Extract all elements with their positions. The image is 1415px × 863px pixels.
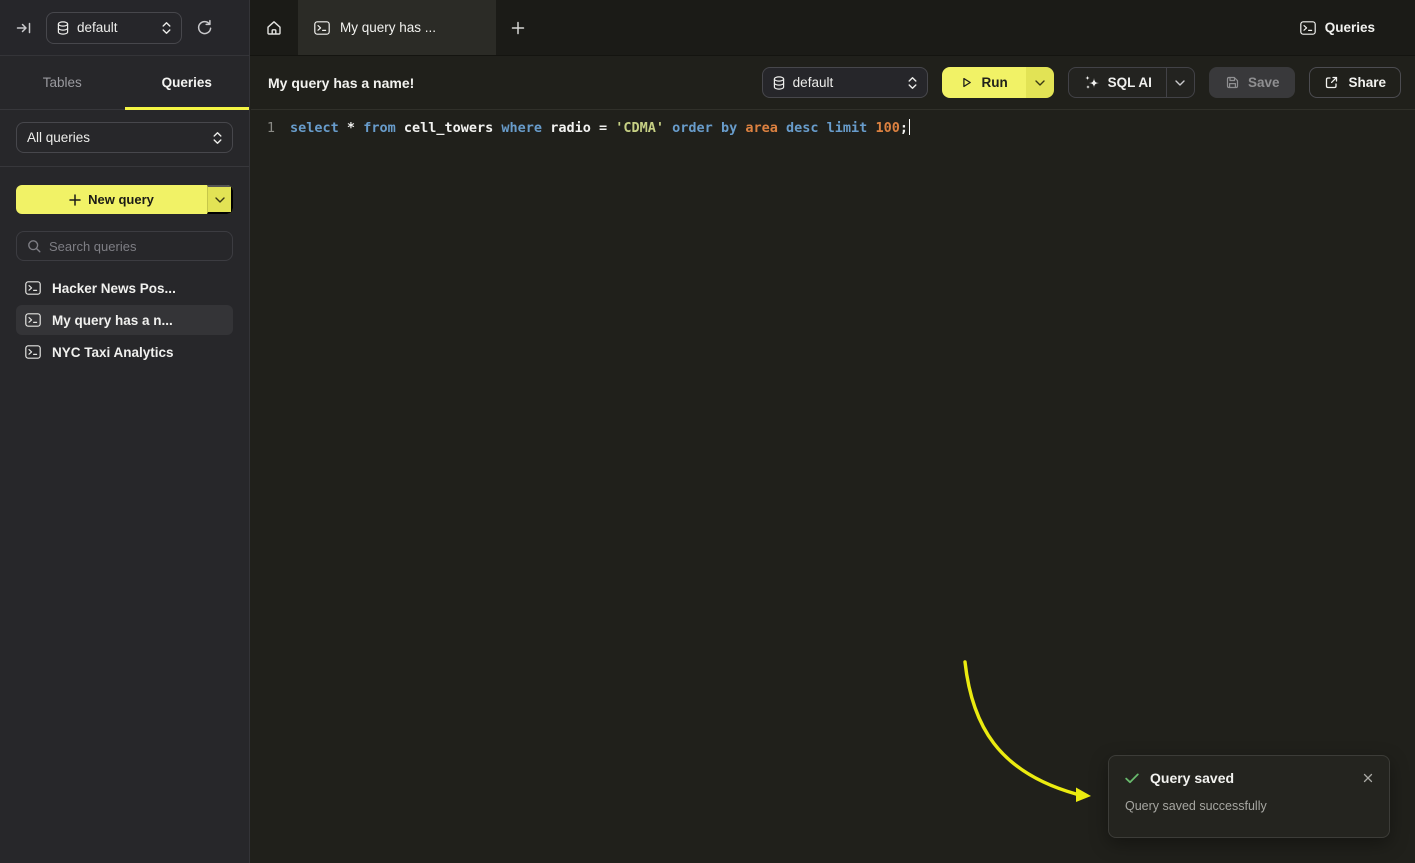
refresh-icon [196, 19, 213, 36]
chevron-updown-icon [162, 21, 171, 35]
share-icon [1324, 75, 1339, 90]
query-toolbar: default Run [762, 67, 1401, 98]
toast-message: Query saved successfully [1125, 799, 1375, 813]
refresh-button[interactable] [192, 15, 217, 40]
save-button[interactable]: Save [1209, 67, 1296, 98]
terminal-icon [25, 281, 41, 295]
tab-label: My query has ... [340, 20, 436, 35]
save-icon [1225, 75, 1240, 90]
query-list: Hacker News Pos... My query has a n... [16, 273, 233, 367]
queries-menu-button[interactable]: Queries [1284, 0, 1415, 55]
query-header: My query has a name! default [251, 56, 1415, 110]
toast-query-saved: Query saved Query saved successfully [1108, 755, 1390, 838]
play-icon [960, 76, 973, 89]
query-list-item[interactable]: NYC Taxi Analytics [16, 337, 233, 367]
share-button[interactable]: Share [1309, 67, 1401, 98]
code-token: radio [550, 120, 591, 136]
collapse-sidebar-icon [16, 21, 32, 35]
new-query-split-button: New query [16, 185, 233, 214]
code-token: * [347, 120, 355, 136]
chevron-down-icon [1035, 80, 1045, 86]
sql-ai-split-button: SQL AI [1068, 67, 1195, 98]
code-token: desc [786, 120, 819, 136]
terminal-icon [1300, 21, 1316, 35]
code-token: limit [827, 120, 868, 136]
sparkles-icon [1083, 74, 1099, 91]
queries-menu-label: Queries [1325, 20, 1375, 35]
home-button[interactable] [250, 0, 298, 55]
terminal-icon [25, 313, 41, 327]
sidebar: Tables Queries All queries New query [0, 56, 250, 863]
chevron-updown-icon [908, 76, 917, 90]
collapse-sidebar-button[interactable] [12, 17, 36, 39]
code-token: order [672, 120, 713, 136]
search-queries-box [16, 231, 233, 261]
tab-bar: My query has ... Queries [250, 0, 1415, 56]
code-token: area [745, 120, 778, 136]
code-token: by [721, 120, 737, 136]
plus-icon [69, 194, 81, 206]
query-list-item[interactable]: Hacker News Pos... [16, 273, 233, 303]
sql-editor[interactable]: 1 select * from cell_towers where radio … [251, 110, 1415, 136]
query-list-item[interactable]: My query has a n... [16, 305, 233, 335]
main-panel: My query has a name! default [251, 56, 1415, 863]
code-line-content: select * from cell_towers where radio = … [290, 119, 910, 136]
new-tab-button[interactable] [496, 0, 540, 55]
sql-ai-label: SQL AI [1108, 75, 1152, 90]
query-item-label: Hacker News Pos... [52, 281, 176, 296]
plus-icon [511, 21, 525, 35]
check-icon [1125, 773, 1139, 784]
home-icon [264, 18, 284, 38]
chevron-down-icon [215, 197, 225, 203]
toolbar-database-selector[interactable]: default [762, 67, 928, 98]
run-options-button[interactable] [1026, 67, 1054, 98]
new-query-button[interactable]: New query [16, 185, 207, 214]
code-token: 100 [875, 120, 899, 136]
text-cursor [909, 119, 911, 135]
line-number: 1 [251, 120, 275, 136]
share-label: Share [1348, 75, 1386, 90]
sidebar-tab-tables[interactable]: Tables [0, 56, 125, 109]
sidebar-database-selector[interactable]: default [46, 12, 182, 44]
code-token: where [501, 120, 542, 136]
new-query-caret-button[interactable] [207, 185, 233, 214]
query-title: My query has a name! [268, 75, 414, 91]
sql-ai-options-button[interactable] [1166, 68, 1194, 97]
queries-filter-select[interactable]: All queries [16, 122, 233, 153]
code-token: 'CDMA' [615, 120, 664, 136]
run-split-button: Run [942, 67, 1054, 98]
chevron-updown-icon [213, 131, 222, 145]
sidebar-topbar: default [0, 0, 250, 56]
tab-my-query[interactable]: My query has ... [298, 0, 496, 55]
query-item-label: My query has a n... [52, 313, 173, 328]
queries-filter-value: All queries [27, 130, 205, 145]
run-button[interactable]: Run [942, 67, 1026, 98]
save-label: Save [1248, 75, 1280, 90]
code-token: ; [900, 120, 908, 136]
close-icon [1363, 773, 1373, 783]
new-query-label: New query [88, 192, 154, 207]
database-icon [57, 21, 69, 35]
divider [0, 166, 249, 167]
sql-ai-button[interactable]: SQL AI [1069, 68, 1166, 97]
terminal-icon [314, 21, 330, 35]
code-token: select [290, 120, 339, 136]
code-line: 1 select * from cell_towers where radio … [251, 119, 1415, 136]
sidebar-database-value: default [77, 20, 154, 35]
code-token: cell_towers [404, 120, 493, 136]
query-item-label: NYC Taxi Analytics [52, 345, 174, 360]
run-label: Run [982, 75, 1008, 90]
toolbar-database-value: default [793, 75, 900, 90]
toast-title: Query saved [1150, 770, 1350, 786]
search-queries-input[interactable] [49, 239, 225, 254]
search-icon [27, 239, 41, 253]
chevron-down-icon [1175, 80, 1185, 86]
code-token: from [363, 120, 396, 136]
code-token: = [599, 120, 607, 136]
toast-close-button[interactable] [1361, 771, 1375, 785]
sidebar-tabs: Tables Queries [0, 56, 249, 110]
terminal-icon [25, 345, 41, 359]
database-icon [773, 76, 785, 90]
sidebar-tab-queries[interactable]: Queries [125, 56, 250, 109]
